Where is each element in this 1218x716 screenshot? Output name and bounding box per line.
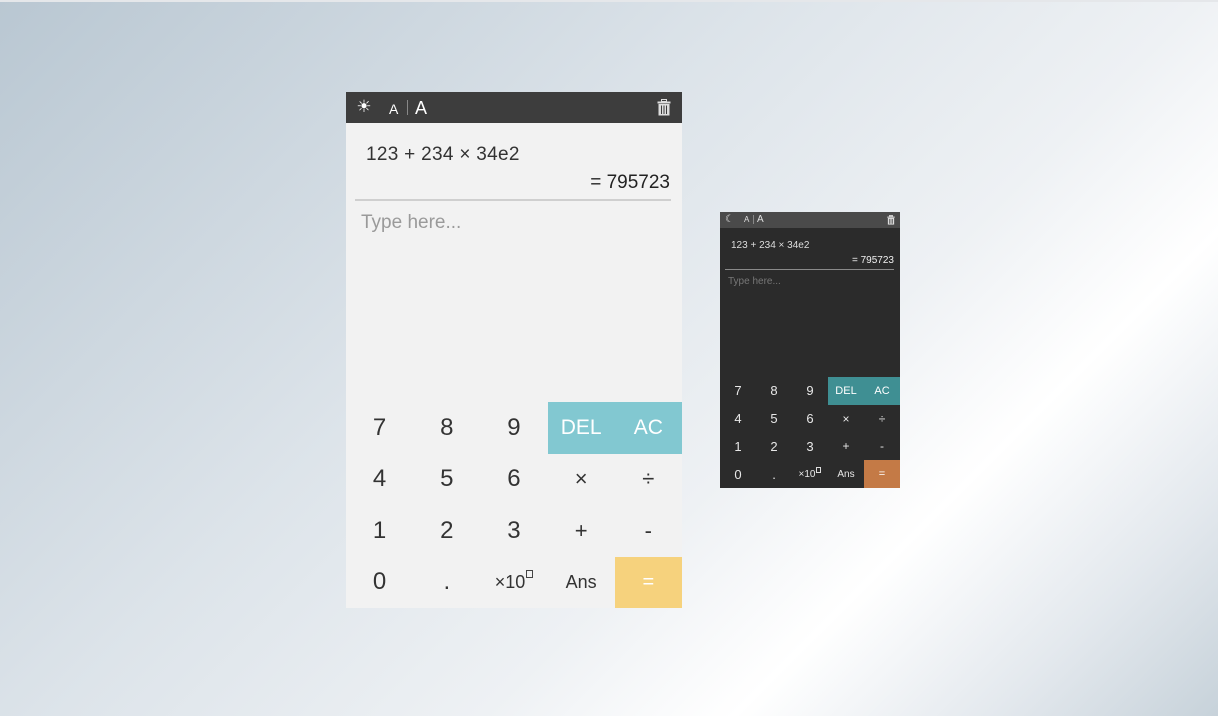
calculator-dark: ☾ A A 123 + 234 × 34e2 = 795723 Type her… — [720, 212, 900, 488]
font-size-large-button[interactable]: A — [757, 213, 764, 226]
key-9[interactable]: 9 — [792, 377, 828, 405]
key-0[interactable]: 0 — [346, 556, 414, 608]
key-1[interactable]: 1 — [720, 432, 756, 461]
toolbar: ☾ A A — [720, 212, 900, 228]
key-9[interactable]: 9 — [480, 402, 548, 454]
moon-icon[interactable]: ☾ — [725, 213, 734, 227]
exponent-placeholder-icon — [816, 467, 822, 474]
all-clear-button[interactable]: AC — [864, 377, 900, 405]
subtract-button[interactable]: - — [864, 432, 900, 461]
keypad: 7 8 9 DEL AC 4 5 6 × ÷ 1 2 3 + - 0 . ×10… — [720, 377, 900, 488]
decimal-point-button[interactable]: . — [756, 460, 792, 488]
key-5[interactable]: 5 — [413, 453, 481, 505]
key-2[interactable]: 2 — [413, 505, 481, 557]
all-clear-button[interactable]: AC — [614, 402, 682, 454]
history-divider — [355, 199, 671, 201]
exponent-label: ×10 — [494, 571, 526, 592]
key-0[interactable]: 0 — [720, 460, 756, 488]
key-8[interactable]: 8 — [756, 377, 792, 405]
expression-input[interactable]: Type here... — [361, 212, 461, 234]
equals-button[interactable]: = — [614, 556, 682, 608]
multiply-button[interactable]: × — [828, 404, 864, 433]
add-button[interactable]: + — [547, 505, 615, 557]
trash-icon[interactable] — [657, 99, 671, 116]
key-4[interactable]: 4 — [346, 453, 414, 505]
subtract-button[interactable]: - — [614, 505, 682, 557]
key-7[interactable]: 7 — [346, 402, 414, 454]
key-8[interactable]: 8 — [413, 402, 481, 454]
top-border — [0, 0, 1218, 2]
key-3[interactable]: 3 — [480, 505, 548, 557]
history-expression: 123 + 234 × 34e2 — [731, 240, 810, 251]
history-divider — [725, 269, 894, 270]
key-4[interactable]: 4 — [720, 404, 756, 433]
history-result: = 795723 — [852, 255, 894, 266]
calculator-light: ☀ A A 123 + 234 × 34e2 = 795723 Type her… — [346, 92, 682, 608]
font-size-small-button[interactable]: A — [744, 215, 749, 225]
key-6[interactable]: 6 — [480, 453, 548, 505]
divide-button[interactable]: ÷ — [864, 404, 900, 433]
key-5[interactable]: 5 — [756, 404, 792, 433]
key-7[interactable]: 7 — [720, 377, 756, 405]
font-size-small-button[interactable]: A — [389, 100, 398, 118]
expression-input[interactable]: Type here... — [728, 276, 781, 287]
keypad: 7 8 9 DEL AC 4 5 6 × ÷ 1 2 3 + - 0 . ×10… — [346, 402, 682, 608]
exponent-button[interactable]: ×10 — [480, 556, 548, 608]
toolbar-divider — [753, 215, 754, 224]
delete-button[interactable]: DEL — [547, 402, 615, 454]
add-button[interactable]: + — [828, 432, 864, 461]
key-2[interactable]: 2 — [756, 432, 792, 461]
history-expression: 123 + 234 × 34e2 — [366, 144, 520, 165]
toolbar-divider — [407, 100, 408, 115]
toolbar: ☀ A A — [346, 92, 682, 123]
multiply-button[interactable]: × — [547, 453, 615, 505]
key-3[interactable]: 3 — [792, 432, 828, 461]
exponent-button[interactable]: ×10 — [792, 460, 828, 488]
delete-button[interactable]: DEL — [828, 377, 864, 405]
history-result: = 795723 — [590, 172, 670, 193]
sun-icon[interactable]: ☀ — [355, 97, 373, 117]
exponent-label: ×10 — [798, 468, 816, 480]
divide-button[interactable]: ÷ — [614, 453, 682, 505]
ans-button[interactable]: Ans — [547, 556, 615, 608]
ans-button[interactable]: Ans — [828, 460, 864, 488]
decimal-point-button[interactable]: . — [413, 556, 481, 608]
key-1[interactable]: 1 — [346, 505, 414, 557]
font-size-large-button[interactable]: A — [415, 97, 427, 119]
key-6[interactable]: 6 — [792, 404, 828, 433]
trash-icon[interactable] — [887, 215, 895, 225]
exponent-placeholder-icon — [526, 570, 534, 579]
equals-button[interactable]: = — [864, 460, 900, 488]
